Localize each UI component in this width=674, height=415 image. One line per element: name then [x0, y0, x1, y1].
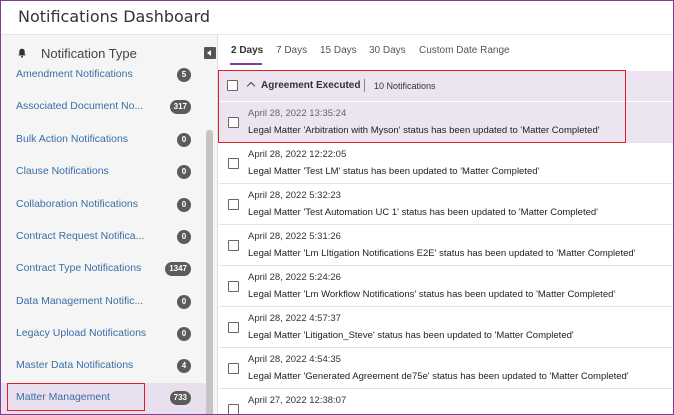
active-tab-indicator [230, 63, 262, 65]
notification-item[interactable]: April 28, 2022 5:32:23 Legal Matter 'Tes… [219, 184, 673, 225]
notification-checkbox[interactable] [228, 240, 239, 251]
tab-15-days[interactable]: 15 Days [320, 45, 357, 56]
divider [364, 79, 365, 92]
sidebar-scrollbar[interactable] [206, 130, 213, 414]
count-badge: 317 [169, 100, 191, 114]
sidebar-item-label: Data Management Notific... [16, 295, 144, 307]
notification-item[interactable]: April 28, 2022 13:35:24 Legal Matter 'Ar… [219, 102, 673, 143]
notification-message: Legal Matter 'Litigation_Steve' status h… [248, 330, 574, 341]
sidebar-item-label: Clause Notifications [16, 165, 109, 177]
notification-date: April 28, 2022 5:24:26 [248, 272, 341, 283]
page-title: Notifications Dashboard [18, 7, 211, 26]
count-badge: 733 [169, 391, 191, 405]
app-window: Notifications Dashboard Notification Typ… [0, 0, 674, 415]
sidebar-item-label: Amendment Notifications [16, 68, 133, 80]
sidebar-item-bulk-action[interactable]: Bulk Action Notifications 0 [1, 125, 206, 157]
notification-item[interactable]: April 28, 2022 5:24:26 Legal Matter 'Lm … [219, 266, 673, 307]
notification-checkbox[interactable] [228, 158, 239, 169]
notification-message: Legal Matter 'Arbitration with Myson' st… [248, 125, 600, 136]
sidebar-item-label: Matter Management [16, 391, 110, 403]
group-title: Agreement Executed [261, 80, 361, 91]
notification-checkbox[interactable] [228, 281, 239, 292]
sidebar-item-contract-request[interactable]: Contract Request Notifica... 0 [1, 222, 206, 254]
notification-checkbox[interactable] [228, 363, 239, 374]
notification-item[interactable]: April 27, 2022 12:38:07 [219, 389, 673, 414]
sidebar-item-data-management[interactable]: Data Management Notific... 0 [1, 287, 206, 319]
sidebar-item-label: Associated Document No... [16, 100, 144, 112]
sidebar-item-label: Collaboration Notifications [16, 198, 138, 210]
sidebar-item-amendment[interactable]: Amendment Notifications 5 [1, 67, 206, 92]
count-badge: 0 [177, 133, 191, 147]
notification-checkbox[interactable] [228, 117, 239, 128]
sidebar-item-clause[interactable]: Clause Notifications 0 [1, 157, 206, 189]
notification-date: April 28, 2022 5:31:26 [248, 231, 341, 242]
count-badge: 5 [177, 68, 191, 82]
notification-message: Legal Matter 'Lm LItigation Notification… [248, 248, 636, 259]
notification-item[interactable]: April 28, 2022 12:22:05 Legal Matter 'Te… [219, 143, 673, 184]
notification-checkbox[interactable] [228, 322, 239, 333]
tab-custom-date-range[interactable]: Custom Date Range [419, 45, 510, 56]
notification-item[interactable]: April 28, 2022 5:31:26 Legal Matter 'Lm … [219, 225, 673, 266]
count-badge: 0 [177, 165, 191, 179]
group-header[interactable]: Agreement Executed 10 Notifications [219, 71, 673, 101]
sidebar-header: Notification Type [1, 35, 218, 67]
group-select-checkbox[interactable] [227, 80, 238, 91]
notification-date: April 28, 2022 12:22:05 [248, 149, 347, 160]
bell-icon [18, 48, 26, 58]
sidebar-item-contract-type[interactable]: Contract Type Notifications 1347 [1, 254, 206, 286]
tab-30-days[interactable]: 30 Days [369, 45, 406, 56]
tab-7-days[interactable]: 7 Days [276, 45, 307, 56]
sidebar-item-associated-document[interactable]: Associated Document No... 317 [1, 92, 206, 124]
notification-date: April 28, 2022 13:35:24 [248, 108, 347, 119]
notification-date: April 27, 2022 12:38:07 [248, 395, 347, 406]
sidebar-item-label: Legacy Upload Notifications [16, 327, 147, 339]
count-badge: 0 [177, 230, 191, 244]
sidebar-title: Notification Type [41, 46, 137, 61]
notification-message: Legal Matter 'Generated Agreement de75e'… [248, 371, 629, 382]
notification-checkbox[interactable] [228, 199, 239, 210]
sidebar-item-collaboration[interactable]: Collaboration Notifications 0 [1, 190, 206, 222]
collapse-sidebar-button[interactable] [204, 47, 216, 59]
count-badge: 1347 [165, 262, 191, 276]
notification-message: Legal Matter 'Test LM' status has been u… [248, 166, 540, 177]
sidebar-item-matter-management[interactable]: Matter Management 733 [1, 383, 206, 414]
sidebar-item-label: Contract Request Notifica... [16, 230, 145, 242]
count-badge: 0 [177, 198, 191, 212]
count-badge: 0 [177, 295, 191, 309]
notification-date: April 28, 2022 5:32:23 [248, 190, 341, 201]
main-panel: 2 Days 7 Days 15 Days 30 Days Custom Dat… [219, 35, 673, 414]
group-count: 10 Notifications [374, 81, 436, 91]
notification-date: April 28, 2022 4:57:37 [248, 313, 341, 324]
notification-type-list: Amendment Notifications 5 Associated Doc… [1, 67, 206, 414]
notification-date: April 28, 2022 4:54:35 [248, 354, 341, 365]
count-badge: 0 [177, 327, 191, 341]
notification-message: Legal Matter 'Lm Workflow Notifications'… [248, 289, 616, 300]
sidebar-item-label: Bulk Action Notifications [16, 133, 129, 145]
sidebar-item-label: Master Data Notifications [16, 359, 134, 371]
sidebar-item-legacy-upload[interactable]: Legacy Upload Notifications 0 [1, 319, 206, 351]
sidebar-item-label: Contract Type Notifications [16, 262, 142, 274]
chevron-up-icon[interactable] [246, 81, 256, 91]
count-badge: 4 [177, 359, 191, 373]
notification-item[interactable]: April 28, 2022 4:54:35 Legal Matter 'Gen… [219, 348, 673, 389]
notification-item[interactable]: April 28, 2022 4:57:37 Legal Matter 'Lit… [219, 307, 673, 348]
sidebar-item-master-data[interactable]: Master Data Notifications 4 [1, 351, 206, 383]
notification-message: Legal Matter 'Test Automation UC 1' stat… [248, 207, 598, 218]
tab-2-days[interactable]: 2 Days [231, 45, 263, 56]
date-range-tabs: 2 Days 7 Days 15 Days 30 Days Custom Dat… [219, 35, 673, 67]
sidebar: Notification Type Amendment Notification… [1, 35, 218, 414]
notification-checkbox[interactable] [228, 404, 239, 414]
